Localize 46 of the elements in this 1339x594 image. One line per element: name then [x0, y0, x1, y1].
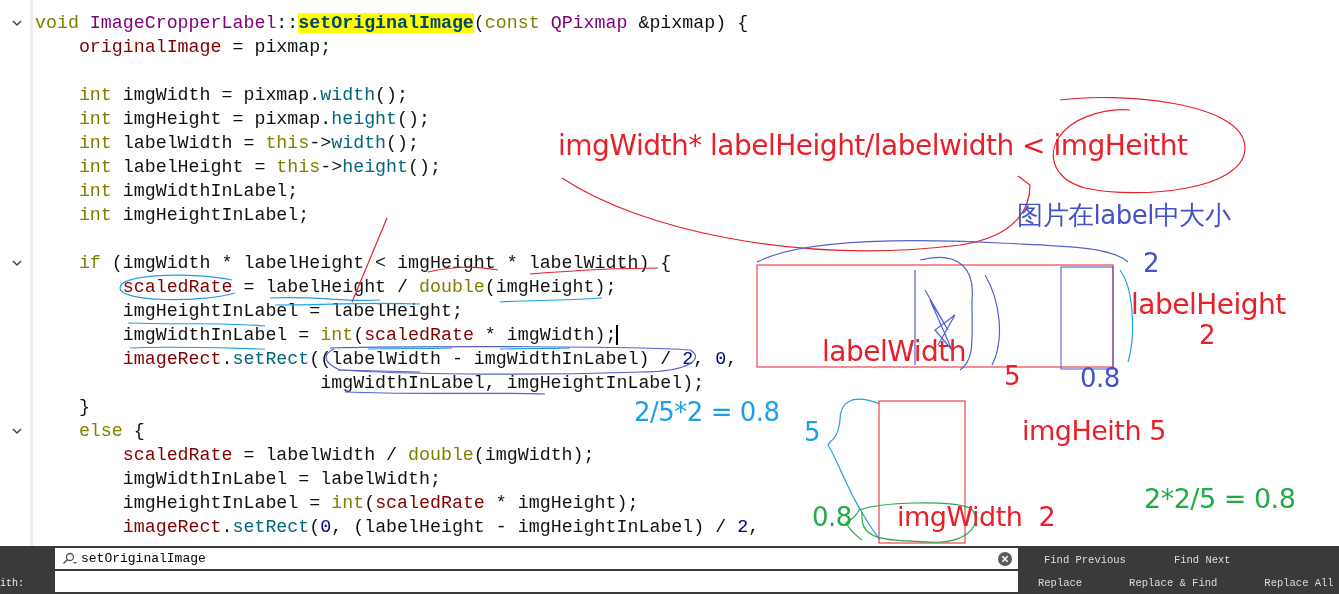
code-line: int imgHeight = pixmap.height();	[77, 108, 430, 131]
code-line: imgWidthInLabel, imgHeightInLabel);	[319, 372, 705, 395]
code-line: int imgHeightInLabel;	[77, 204, 310, 227]
handwritten-note: 2*2/5 = 0.8	[1144, 485, 1296, 514]
code-line: scaledRate = labelWidth / double(imgWidth);	[121, 444, 595, 467]
find-bar-button[interactable]: Find Next	[1173, 553, 1231, 566]
code-line: int imgWidthInLabel;	[77, 180, 299, 203]
clear-icon[interactable]	[998, 551, 1012, 566]
handwritten-note: 5	[1004, 363, 1021, 391]
handwritten-note: 0.8	[812, 504, 852, 532]
find-bar-button[interactable]: Replace All	[1264, 576, 1334, 589]
handwritten-note: 2/5*2 = 0.8	[634, 399, 780, 427]
fold-icon[interactable]	[12, 19, 22, 27]
code-line: if (imgWidth * labelHeight < imgHeight * labelWidth) {	[77, 252, 672, 275]
code-line: imgHeightInLabel = labelHeight;	[121, 300, 463, 323]
code-line: int labelWidth = this->width();	[77, 132, 419, 155]
handwritten-note: labelWidth	[822, 337, 967, 367]
code-line: imageRect.setRect((labelWidth - imgWidthInLabel) / 2, 0,	[121, 348, 738, 371]
field-label: ith:	[0, 578, 24, 589]
handwritten-note: imgWidth* labelHeight/labelwidth < imgHeitht	[558, 131, 1188, 161]
handwritten-note: 5	[804, 419, 821, 447]
handwritten-note: 2	[1143, 250, 1160, 278]
code-line: int imgWidth = pixmap.width();	[77, 84, 409, 107]
code-line: imgWidthInLabel = int(scaledRate * imgWidth);	[121, 324, 617, 347]
handwritten-note: 2	[1199, 322, 1216, 350]
code-line: void ImageCropperLabel::setOriginalImage(const QPixmap &pixmap) {	[35, 12, 749, 35]
handwritten-note: labelHeight	[1131, 290, 1286, 320]
search-input[interactable]: setOriginalImage	[79, 551, 998, 566]
find-bar-button[interactable]: Replace	[1038, 576, 1083, 589]
replace-field[interactable]	[55, 571, 1018, 592]
find-bar-button[interactable]: Find Previous	[1044, 553, 1126, 566]
code-line: int labelHeight = this->height();	[77, 156, 441, 179]
handwritten-note: 0.8	[1080, 365, 1120, 393]
handwritten-note: imgHeith 5	[1022, 417, 1166, 446]
find-bar-button[interactable]: Replace & Find	[1129, 576, 1218, 589]
fold-icon[interactable]	[12, 427, 22, 435]
handwritten-note: 图片在label中大小	[1017, 202, 1231, 230]
fold-icon[interactable]	[12, 259, 22, 267]
code-line: }	[77, 396, 90, 419]
code-line: imgHeightInLabel = int(scaledRate * imgHeight);	[121, 492, 639, 515]
search-icon	[61, 551, 79, 566]
search-field[interactable]: setOriginalImage	[55, 548, 1018, 569]
code-line: else {	[77, 420, 145, 443]
code-line: imgWidthInLabel = labelWidth;	[121, 468, 441, 491]
code-line: imageRect.setRect(0, (labelHeight - imgHeightInLabel) / 2,	[121, 516, 760, 539]
code-line: originalImage = pixmap;	[77, 36, 332, 59]
